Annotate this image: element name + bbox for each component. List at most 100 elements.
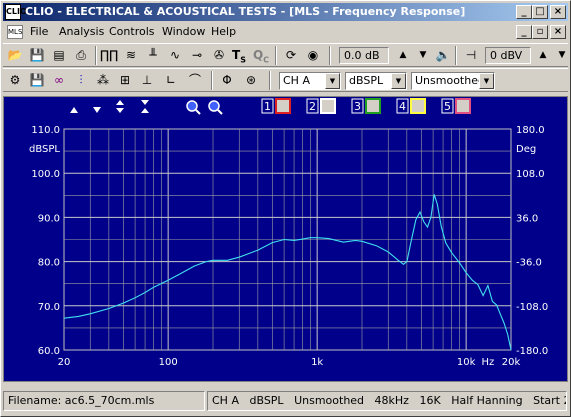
overlay-toggle[interactable] bbox=[455, 98, 471, 114]
menu-help[interactable]: Help bbox=[211, 25, 236, 38]
mute-icon[interactable]: 🔈 bbox=[433, 46, 453, 65]
y-tick-label: 70.0 bbox=[38, 302, 60, 313]
plot-controls: 1 2 3 4 5 bbox=[70, 98, 471, 115]
marker-icon[interactable]: ⫶ bbox=[71, 71, 91, 90]
input-icon[interactable]: ⊣ bbox=[461, 46, 481, 65]
y-right-axis-label: Deg bbox=[516, 144, 536, 155]
analysis-toolbar: ⚙ 💾 ∞ ⫶ ⁂ ⊞ ⊥ ∟ ⌒ Φ ⊛ CH A ▼ dBSPL ▼ Unsmo… bbox=[3, 68, 568, 92]
maximize-button[interactable]: □ bbox=[532, 5, 548, 19]
ts-icon[interactable]: TS bbox=[229, 46, 249, 65]
scale-down-arrow-icon[interactable] bbox=[93, 107, 101, 113]
print-icon[interactable]: ⎙ bbox=[71, 46, 91, 65]
overlay-number: 5 bbox=[444, 100, 451, 113]
units-select[interactable]: dBSPL ▼ bbox=[345, 72, 407, 90]
y-tick-label: 110.0 bbox=[31, 125, 60, 136]
chevron-down-icon: ▼ bbox=[391, 73, 406, 89]
menu-controls[interactable]: Controls bbox=[109, 25, 155, 38]
overlay-icon[interactable]: ⊞ bbox=[115, 71, 135, 90]
status-window: Half Hanning bbox=[451, 394, 523, 407]
process-icon[interactable]: ⁂ bbox=[93, 71, 113, 90]
fft-icon[interactable]: ╨ bbox=[143, 46, 163, 65]
generator-icon[interactable]: ⟳ bbox=[281, 46, 301, 65]
x-tick-label: 10k bbox=[457, 357, 476, 368]
close-button[interactable]: × bbox=[550, 5, 566, 19]
doc-restore-button[interactable]: ▫ bbox=[532, 25, 548, 39]
thiele-small-icon[interactable]: ✇ bbox=[209, 46, 229, 65]
compress-icon[interactable] bbox=[141, 100, 149, 113]
y-right-tick-label: -108.0 bbox=[516, 302, 548, 313]
menu-analysis[interactable]: Analysis bbox=[59, 25, 104, 38]
level-up-button[interactable]: ▲ bbox=[393, 46, 413, 65]
overlay-toggle[interactable] bbox=[275, 98, 291, 114]
status-channel: CH A bbox=[212, 394, 239, 407]
y-tick-label: 60.0 bbox=[38, 346, 60, 357]
overlay-toggle[interactable] bbox=[365, 98, 381, 114]
y-right-tick-label: -180.0 bbox=[516, 346, 548, 357]
overlay-number: 1 bbox=[264, 100, 271, 113]
app-icon: CLIO bbox=[5, 4, 27, 20]
qc-icon[interactable]: QC bbox=[251, 46, 271, 65]
chevron-down-icon: ▼ bbox=[479, 73, 494, 89]
delay-icon[interactable]: ⊛ bbox=[241, 71, 261, 90]
plot-area[interactable]: 1 2 3 4 5 110.0 100.0 90.0 80.0 70.0 60.0 180.0 108… bbox=[3, 96, 568, 382]
title-bar[interactable]: CLIO CLIO - ELECTRICAL & ACOUSTICAL TEST… bbox=[3, 3, 568, 21]
y-right-tick-label: 108.0 bbox=[516, 169, 545, 180]
expand-icon[interactable] bbox=[116, 100, 124, 113]
overlay-number: 3 bbox=[354, 100, 361, 113]
waterfall-icon[interactable]: ≋ bbox=[121, 46, 141, 65]
status-filename: Filename: ac6.5_70cm.mls bbox=[3, 391, 205, 411]
menu-window[interactable]: Window bbox=[162, 25, 205, 38]
phase-icon[interactable]: Φ bbox=[217, 71, 237, 90]
main-toolbar: 📂 💾 ▤ ⎙ ∏∏ ≋ ╨ ∿ ⊸ ✇ TS QC ⟳ ◉ 0.0 dB ▲ … bbox=[3, 43, 568, 67]
overlay-number: 4 bbox=[399, 100, 406, 113]
status-bar: Filename: ac6.5_70cm.mls CH A dBSPL Unsm… bbox=[3, 387, 568, 416]
save-file-icon[interactable]: 💾 bbox=[27, 71, 47, 90]
range-down-button[interactable]: ▼ bbox=[552, 46, 571, 65]
chevron-down-icon: ▼ bbox=[325, 73, 340, 89]
output-level-field: 0.0 dB bbox=[339, 47, 389, 64]
x-tick-label: 20k bbox=[502, 357, 521, 368]
multimeter-icon[interactable]: ⊸ bbox=[187, 46, 207, 65]
loop-icon[interactable]: ∞ bbox=[49, 71, 69, 90]
app-window: CLIO CLIO - ELECTRICAL & ACOUSTICAL TEST… bbox=[0, 0, 571, 417]
channel-select[interactable]: CH A ▼ bbox=[279, 72, 341, 90]
curve-icon[interactable]: ⌒ bbox=[185, 71, 205, 90]
level-down-button[interactable]: ▼ bbox=[413, 46, 433, 65]
overlay-toggle[interactable] bbox=[410, 98, 426, 114]
document-icon[interactable]: MLS bbox=[7, 25, 23, 39]
autoscale-icon[interactable]: ⊥ bbox=[137, 71, 157, 90]
speaker-icon[interactable]: ◉ bbox=[303, 46, 323, 65]
menu-file[interactable]: File bbox=[30, 25, 48, 38]
status-size: 16K bbox=[419, 394, 441, 407]
smoothing-select[interactable]: Unsmoothed ▼ bbox=[411, 72, 495, 90]
status-smoothing: Unsmoothed bbox=[294, 394, 365, 407]
y-right-tick-label: -36.0 bbox=[516, 258, 542, 269]
status-rate: 48kHz bbox=[374, 394, 409, 407]
input-range-field: 0 dBV bbox=[485, 47, 531, 64]
status-units: dBSPL bbox=[249, 394, 284, 407]
open-icon[interactable]: 📂 bbox=[5, 46, 25, 65]
sinusoidal-icon[interactable]: ∿ bbox=[165, 46, 185, 65]
overlay-toggle[interactable] bbox=[320, 98, 336, 114]
settings-icon[interactable]: ⚙ bbox=[5, 71, 25, 90]
scale-up-arrow-icon[interactable] bbox=[70, 107, 78, 113]
doc-minimize-button[interactable]: _ bbox=[516, 25, 532, 39]
range-up-button[interactable]: ▲ bbox=[533, 46, 553, 65]
save-icon[interactable]: 💾 bbox=[27, 46, 47, 65]
minimize-button[interactable]: _ bbox=[516, 5, 532, 19]
mls-icon[interactable]: ∏∏ bbox=[99, 46, 119, 65]
zoom-in-icon[interactable] bbox=[186, 100, 201, 115]
export-icon[interactable]: ▤ bbox=[49, 46, 69, 65]
x-tick-label: 100 bbox=[159, 357, 178, 368]
frequency-response-chart[interactable]: 1 2 3 4 5 110.0 100.0 90.0 80.0 70.0 60.0 180.0 108… bbox=[4, 97, 567, 381]
zoom-out-icon[interactable] bbox=[208, 100, 223, 115]
overlay-number: 2 bbox=[309, 100, 316, 113]
y-right-tick-label: 36.0 bbox=[516, 213, 538, 224]
doc-close-button[interactable]: × bbox=[550, 25, 566, 39]
x-tick-label: 20 bbox=[58, 357, 71, 368]
y-tick-label: 90.0 bbox=[38, 213, 60, 224]
window-title: CLIO - ELECTRICAL & ACOUSTICAL TESTS - [… bbox=[25, 5, 466, 18]
impulse-icon[interactable]: ∟ bbox=[161, 71, 181, 90]
y-right-tick-label: 180.0 bbox=[516, 125, 545, 136]
menu-bar: MLS File Analysis Controls Window Help _… bbox=[3, 23, 568, 41]
